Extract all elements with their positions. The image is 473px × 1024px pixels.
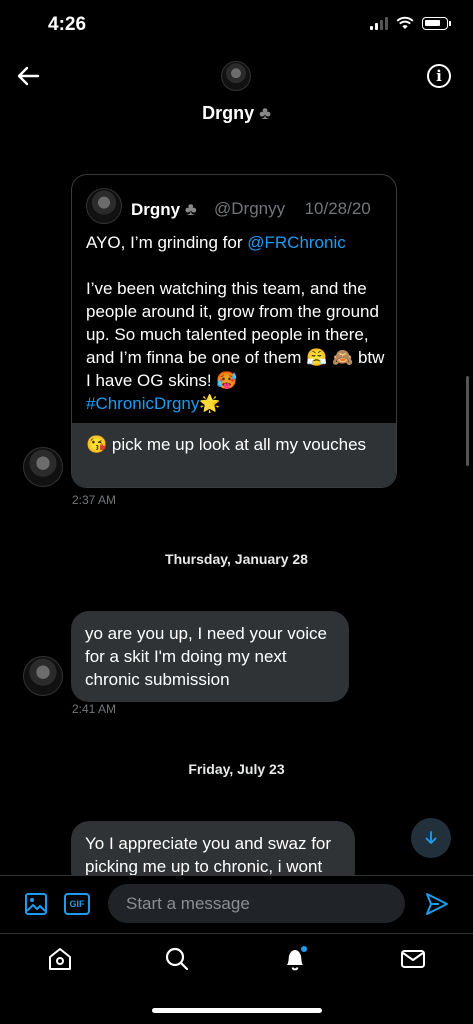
message-bubble[interactable]: yo are you up, I need your voice for a s… bbox=[71, 611, 349, 702]
message-time: 2:41 AM bbox=[72, 702, 117, 716]
header-avatar[interactable] bbox=[221, 61, 251, 91]
tweet-body-text: I’ve been watching this team, and the pe… bbox=[86, 279, 385, 390]
home-icon[interactable] bbox=[45, 944, 75, 974]
conversation-title[interactable]: Drgny ♣ bbox=[0, 103, 473, 124]
tweet-author-name: Drgny ♣ bbox=[131, 199, 197, 220]
club-icon: ♣ bbox=[259, 103, 271, 123]
quoted-tweet-card[interactable]: Drgny ♣ @Drgnyy 10/28/20 AYO, I’m grindi… bbox=[71, 174, 397, 488]
image-icon[interactable] bbox=[24, 892, 48, 916]
tweet-text: AYO, I’m grinding for @FRChronic I’ve be… bbox=[86, 231, 391, 415]
date-separator: Thursday, January 28 bbox=[165, 551, 308, 567]
status-icons bbox=[370, 16, 451, 30]
tweet-line1: AYO, I’m grinding for bbox=[86, 233, 248, 252]
scrollbar[interactable] bbox=[466, 376, 469, 466]
message-bubble-clip: Yo I appreciate you and swaz for picking… bbox=[71, 821, 355, 875]
gif-button[interactable]: GIF bbox=[64, 893, 90, 915]
info-icon[interactable]: i bbox=[427, 64, 451, 88]
scroll-to-bottom-button[interactable] bbox=[411, 818, 451, 858]
tweet-author-name-text: Drgny bbox=[131, 200, 181, 219]
wifi-icon bbox=[396, 16, 414, 29]
tweet-handle: @Drgnyy bbox=[214, 199, 286, 218]
back-arrow-icon[interactable] bbox=[14, 62, 42, 90]
star-emoji: 🌟 bbox=[199, 394, 221, 413]
message-time: 2:37 AM bbox=[72, 493, 117, 507]
date-separator: Friday, July 23 bbox=[188, 761, 285, 777]
tweet-author-avatar bbox=[86, 188, 122, 224]
battery-icon bbox=[422, 16, 451, 30]
message-input[interactable] bbox=[108, 884, 405, 923]
home-indicator bbox=[152, 1008, 322, 1013]
tweet-mention-link[interactable]: @FRChronic bbox=[247, 233, 346, 252]
club-icon: ♣ bbox=[184, 199, 197, 219]
header-name-text: Drgny bbox=[202, 103, 255, 123]
tweet-hashtag-link[interactable]: #ChronicDrgny bbox=[86, 394, 199, 413]
sender-avatar[interactable] bbox=[23, 447, 63, 487]
cellular-signal-icon bbox=[370, 16, 388, 30]
message-bubble-text[interactable]: 😘 pick me up look at all my vouches bbox=[72, 423, 396, 487]
message-bubble[interactable]: Yo I appreciate you and swaz for picking… bbox=[71, 821, 355, 875]
messages-envelope-icon[interactable] bbox=[398, 944, 428, 974]
tweet-handle-date: @Drgnyy 10/28/20 bbox=[214, 199, 371, 219]
sender-avatar[interactable] bbox=[23, 656, 63, 696]
arrow-down-icon bbox=[425, 831, 437, 844]
search-icon[interactable] bbox=[162, 944, 192, 974]
send-icon[interactable] bbox=[424, 891, 450, 917]
status-time: 4:26 bbox=[48, 14, 87, 35]
notifications-bell-icon[interactable] bbox=[280, 944, 310, 974]
tweet-date: 10/28/20 bbox=[304, 199, 371, 218]
